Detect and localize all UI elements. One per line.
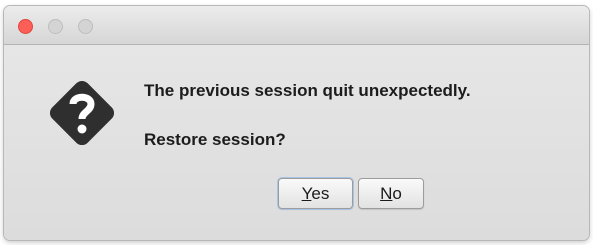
no-mnemonic: N: [380, 184, 393, 203]
no-label-rest: o: [392, 184, 402, 203]
dialog-question: Restore session?: [144, 130, 286, 149]
title-bar[interactable]: [4, 6, 589, 45]
close-window-button[interactable]: [18, 19, 33, 34]
zoom-window-button[interactable]: [78, 19, 93, 34]
restore-session-dialog: The previous session quit unexpectedly. …: [4, 6, 589, 240]
dialog-message: The previous session quit unexpectedly.: [144, 81, 471, 100]
dialog-body: The previous session quit unexpectedly. …: [4, 45, 589, 240]
yes-label-rest: es: [311, 184, 330, 203]
yes-mnemonic: Y: [301, 184, 312, 203]
no-button[interactable]: No: [358, 178, 424, 209]
question-diamond-icon: [49, 80, 115, 146]
yes-button[interactable]: Yes: [278, 178, 353, 209]
minimize-window-button[interactable]: [48, 19, 63, 34]
